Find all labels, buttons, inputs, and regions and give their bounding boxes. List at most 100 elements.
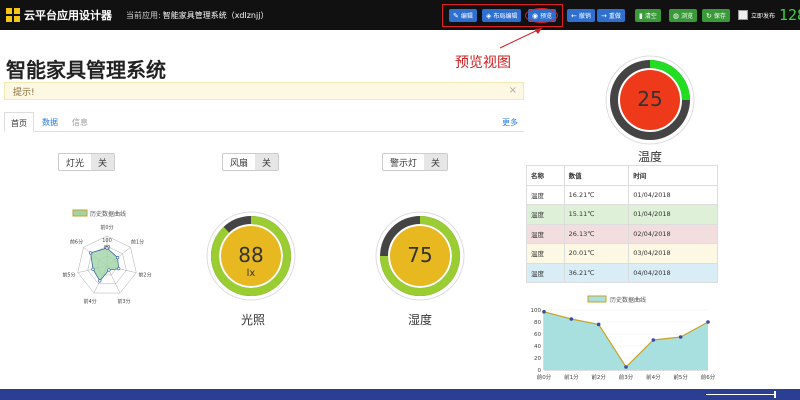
- footer-scroll-track[interactable]: [706, 394, 774, 395]
- data-point: [542, 310, 546, 314]
- radar-point: [117, 267, 121, 271]
- table-row: 温度 26.13℃ 02/04/2018: [526, 223, 718, 244]
- table-cell: 温度: [526, 204, 565, 225]
- footer-scroll-handle[interactable]: [774, 391, 776, 398]
- gauge-label-temperature: 温度: [638, 150, 663, 164]
- redo-button[interactable]: → 重做: [597, 9, 625, 22]
- radar-category-label: 前4分: [83, 298, 96, 305]
- temperature-gauge: 25: [605, 55, 695, 145]
- x-tick-label: 前2分: [591, 373, 606, 381]
- more-link[interactable]: 更多: [502, 117, 518, 128]
- data-table: 名称 数值 时间 温度 16.21℃ 01/04/2018 温度 15.11℃ 01/04…: [526, 165, 718, 283]
- table-cell: 26.13℃: [563, 223, 630, 244]
- table-cell: 温度: [526, 262, 565, 283]
- table-cell: 36.21℃: [563, 262, 630, 283]
- switch-state[interactable]: 关: [255, 154, 279, 170]
- table-cell: 温度: [526, 184, 565, 205]
- light-switch[interactable]: 灯光 关: [58, 153, 116, 171]
- trash-icon: ▮: [639, 11, 643, 20]
- gauge-value: 75: [407, 243, 432, 267]
- switch-label: 风扇: [230, 158, 249, 169]
- radar-category-label: 前1分: [131, 239, 144, 246]
- app-title: 云平台应用设计器: [24, 9, 112, 22]
- gauge-label-light: 光照: [241, 313, 266, 327]
- annotation-text: 预览视图: [455, 55, 511, 71]
- radar-category-label: 前2分: [138, 272, 151, 279]
- table-cell: 20.01℃: [563, 243, 630, 264]
- alert-text: 提示!: [13, 87, 35, 98]
- legend-label: 历史数据曲线: [90, 210, 126, 218]
- switch-state[interactable]: 关: [424, 154, 448, 170]
- radar-category-label: 前6分: [70, 239, 83, 246]
- y-tick-label: 60: [534, 332, 541, 338]
- y-tick-label: 20: [534, 356, 541, 362]
- y-tick-label: 80: [534, 320, 541, 326]
- radar-category-label: 前0分: [100, 224, 113, 231]
- table-cell: 02/04/2018: [628, 223, 718, 244]
- table-cell: 16.21℃: [563, 184, 630, 205]
- gauge-value: 25: [637, 87, 662, 111]
- data-point: [651, 338, 656, 342]
- radar-point: [107, 268, 111, 272]
- undo-button[interactable]: ← 撤销: [567, 9, 595, 22]
- radar-area: [90, 247, 120, 282]
- page-title: 智能家具管理系统: [6, 58, 166, 82]
- tab-home[interactable]: 首页: [4, 112, 34, 132]
- save-button[interactable]: ↻ 保存: [702, 9, 730, 22]
- browse-button[interactable]: ◍ 浏览: [669, 9, 698, 22]
- table-cell: 03/04/2018: [628, 243, 718, 264]
- x-tick-label: 前5分: [673, 373, 688, 381]
- legend-label: 历史数据曲线: [610, 296, 646, 304]
- x-tick-label: 前6分: [701, 373, 716, 381]
- globe-icon: ◍: [673, 11, 680, 20]
- gauge-value: 88: [238, 243, 263, 267]
- publish-label: 立即发布: [751, 13, 776, 20]
- footer-bar: [0, 389, 800, 400]
- data-point: [706, 320, 710, 324]
- fan-switch[interactable]: 风扇 关: [222, 153, 280, 171]
- data-point: [596, 322, 601, 327]
- data-point: [678, 335, 683, 339]
- x-tick-label: 前1分: [564, 373, 579, 381]
- tab-data[interactable]: 数据: [36, 112, 64, 132]
- table-row: 温度 36.21℃ 04/04/2018: [526, 262, 718, 283]
- warning-light-switch[interactable]: 警示灯 关: [382, 153, 449, 171]
- table-cell: 01/04/2018: [628, 204, 718, 225]
- radar-point: [105, 246, 109, 250]
- current-app-label: 当前应用:: [126, 10, 161, 20]
- table-cell: 温度: [526, 223, 565, 244]
- radar-tick-label: 100: [102, 238, 112, 244]
- column-header: 名称: [526, 165, 565, 186]
- tab-bar: 首页 数据 信息 更多: [4, 112, 524, 132]
- gauge-unit: lx: [247, 268, 256, 279]
- table-row: 温度 15.11℃ 01/04/2018: [526, 204, 718, 225]
- radar-category-label: 前5分: [62, 272, 75, 279]
- arrow-right-icon: →: [601, 11, 607, 20]
- column-header: 时间: [628, 165, 718, 186]
- table-row: 温度 16.21℃ 01/04/2018: [526, 184, 718, 205]
- counter-display: 128: [779, 6, 800, 24]
- area-fill: [544, 311, 708, 370]
- switch-state[interactable]: 关: [91, 154, 115, 170]
- x-tick-label: 前3分: [619, 373, 634, 381]
- publish-checkbox[interactable]: [738, 10, 748, 20]
- data-point: [624, 365, 628, 369]
- gauge-label-humidity: 湿度: [408, 313, 433, 327]
- x-tick-label: 前0分: [537, 373, 552, 381]
- tab-info[interactable]: 信息: [66, 112, 94, 132]
- switch-label: 灯光: [66, 158, 85, 169]
- radar-point: [88, 251, 93, 255]
- table-header-row: 名称 数值 时间: [526, 165, 718, 186]
- radar-point: [98, 279, 102, 283]
- table-cell: 01/04/2018: [628, 184, 718, 205]
- app-logo: 云平台应用设计器: [6, 7, 112, 23]
- preview-highlight-oval: [525, 8, 558, 23]
- clear-button[interactable]: ▮ 清空: [635, 9, 661, 22]
- radar-point: [91, 267, 95, 271]
- y-tick-label: 40: [534, 344, 541, 350]
- data-point: [569, 317, 574, 321]
- close-icon[interactable]: ×: [509, 85, 517, 96]
- radar-point: [115, 255, 120, 260]
- table-cell: 15.11℃: [563, 204, 630, 225]
- radar-chart: 历史数据曲线前0分前1分前2分前3分前4分前5分前6分10080: [62, 209, 152, 305]
